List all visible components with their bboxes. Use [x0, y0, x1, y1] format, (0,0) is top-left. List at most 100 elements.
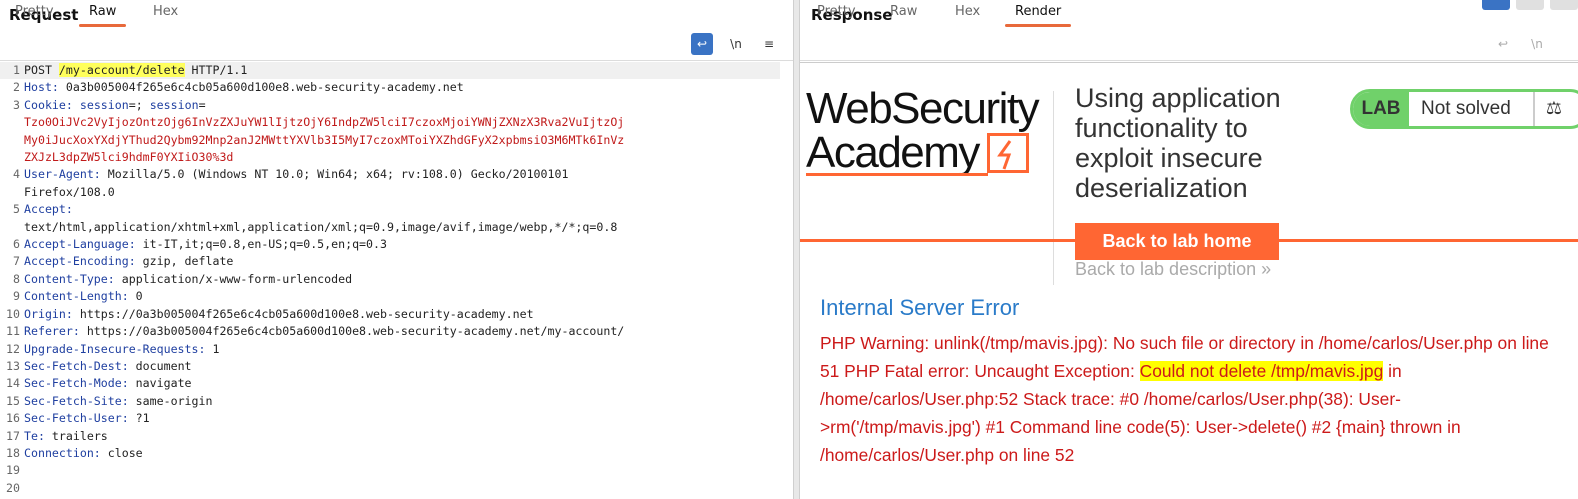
line-text: Content-Type: application/x-www-form-url…	[24, 271, 780, 288]
request-line: 17 Te: trailers	[0, 428, 780, 445]
header-name: Upgrade-Insecure-Requests:	[24, 341, 206, 356]
line-number: 15	[6, 393, 20, 408]
line-text: Sec-Fetch-Site: same-origin	[24, 393, 780, 410]
header-name: Referer:	[24, 324, 80, 339]
lab-status: Not solved	[1421, 98, 1511, 119]
request-editor[interactable]: 1 POST /my-account/delete HTTP/1.1 2 Host: …	[0, 62, 780, 497]
line-number: 4	[13, 167, 20, 182]
request-line: 1 POST /my-account/delete HTTP/1.1	[0, 62, 780, 80]
line-text: Connection: close	[24, 445, 780, 462]
error-message: PHP Warning: unlink(/tmp/mavis.jpg): No …	[820, 333, 1549, 465]
line-number: 10	[6, 306, 20, 321]
line-text: Host: 0a3b005004f265e6c4cb05a600d100e8.w…	[24, 79, 780, 96]
header-name: Origin:	[24, 306, 73, 321]
line-segment: 0	[128, 289, 143, 304]
line-segment: https://0a3b005004f265e6c4cb05a600d100e8…	[72, 306, 534, 321]
line-number: 5	[13, 202, 20, 217]
layout-split-icon[interactable]	[1482, 0, 1510, 10]
line-number: 3	[13, 97, 20, 112]
header-name: Sec-Fetch-Mode:	[24, 376, 129, 391]
line-text: Sec-Fetch-Dest: document	[24, 358, 780, 375]
line-segment: Mozilla/5.0 (Windows NT 10.0; Win64; x64…	[100, 167, 569, 182]
line-number	[0, 219, 24, 236]
line-segment: ?1	[128, 411, 150, 426]
lab-title: Using application functionality to explo…	[1075, 83, 1281, 203]
line-text: Tzo0OiJVc2VyIjozOntzOjg6InVzZXJuYW1lIjtz…	[24, 114, 780, 131]
line-number: 17	[6, 428, 20, 443]
flask-icon: ⚖	[1533, 92, 1573, 126]
line-segment: 1	[205, 341, 220, 356]
response-newlines-button: \n	[1531, 37, 1543, 51]
response-tab-raw[interactable]: Raw	[890, 0, 917, 27]
header-name: Content-Length:	[24, 289, 129, 304]
line-text: Sec-Fetch-Mode: navigate	[24, 375, 780, 392]
request-line: 6 Accept-Language: it-IT,it;q=0.8,en-US;q…	[0, 236, 780, 253]
response-tab-pretty[interactable]: Pretty	[817, 0, 856, 27]
request-line: 19	[0, 462, 780, 479]
header-name: Accept-Encoding:	[24, 254, 136, 269]
line-number: 7	[13, 254, 20, 269]
line-text: POST /my-account/delete HTTP/1.1	[24, 62, 780, 79]
request-line: 12 Upgrade-Insecure-Requests: 1	[0, 341, 780, 358]
web-security-academy-logo: WebSecurity Academy	[806, 87, 1040, 175]
header-name: session	[79, 97, 129, 112]
line-segment: HTTP/1.1	[184, 63, 248, 77]
request-tab-hex[interactable]: Hex	[153, 0, 178, 27]
request-tab-raw[interactable]: Raw	[78, 0, 127, 27]
response-tab-hex[interactable]: Hex	[955, 0, 980, 27]
header-name: Accept:	[24, 202, 73, 217]
layout-tabs-icon[interactable]	[1550, 0, 1578, 10]
lab-label: LAB	[1353, 92, 1409, 126]
line-number: 14	[6, 376, 20, 391]
lightning-icon	[986, 133, 1029, 173]
line-number: 12	[6, 341, 20, 356]
line-number	[0, 114, 24, 131]
request-panel: Request Pretty Raw Hex ↩ \n ≡ 1 POST /my-…	[0, 0, 793, 499]
line-segment: 0a3b005004f265e6c4cb05a600d100e8.web-sec…	[58, 80, 464, 95]
line-segment: /my-account/delete	[58, 63, 185, 77]
header-name: session	[149, 97, 199, 112]
header-name: Host:	[24, 80, 59, 95]
panel-splitter[interactable]	[793, 0, 800, 499]
header-name: Cookie:	[24, 97, 73, 112]
line-segment: it-IT,it;q=0.8,en-US;q=0.5,en;q=0.3	[135, 237, 387, 252]
back-to-lab-home-button[interactable]: Back to lab home	[1075, 223, 1279, 260]
response-tab-render[interactable]: Render	[1004, 0, 1072, 27]
line-text: Accept-Language: it-IT,it;q=0.8,en-US;q=…	[24, 236, 780, 253]
line-segment	[73, 98, 80, 112]
line-number: 18	[6, 445, 20, 460]
header-name: Sec-Fetch-User:	[24, 411, 129, 426]
request-line: 2 Host: 0a3b005004f265e6c4cb05a600d100e8.…	[0, 79, 780, 96]
rendered-page: WebSecurity Academy Using application fu…	[800, 62, 1578, 499]
header-name: Te:	[24, 428, 45, 443]
line-text: text/html,application/xhtml+xml,applicat…	[24, 219, 780, 236]
request-menu-icon[interactable]: ≡	[758, 33, 780, 55]
line-segment: text/html,application/xhtml+xml,applicat…	[24, 219, 618, 234]
header-name: Sec-Fetch-Site:	[24, 393, 129, 408]
error-title: Internal Server Error	[820, 295, 1020, 320]
line-segment: trailers	[44, 428, 108, 443]
back-to-lab-description-link[interactable]: Back to lab description »	[1075, 259, 1271, 280]
show-newlines-button[interactable]: \n	[725, 33, 747, 55]
request-line: Firefox/108.0	[0, 184, 780, 201]
request-line: 11 Referer: https://0a3b005004f265e6c4cb0…	[0, 323, 780, 340]
response-tab-divider	[800, 60, 1578, 61]
request-line: 14 Sec-Fetch-Mode: navigate	[0, 375, 780, 392]
header-name: User-Agent:	[24, 167, 101, 182]
line-text: Content-Length: 0	[24, 288, 780, 305]
layout-stack-icon[interactable]	[1516, 0, 1544, 10]
line-text: User-Agent: Mozilla/5.0 (Windows NT 10.0…	[24, 166, 780, 183]
line-segment: https://0a3b005004f265e6c4cb05a600d100e8…	[79, 324, 625, 339]
line-number: 19	[6, 463, 20, 478]
line-text: Firefox/108.0	[24, 184, 780, 201]
wrap-lines-icon[interactable]: ↩	[691, 33, 713, 55]
line-text: Te: trailers	[24, 428, 780, 445]
line-text: Upgrade-Insecure-Requests: 1	[24, 341, 780, 358]
line-segment: =;	[128, 97, 150, 112]
line-text: Referer: https://0a3b005004f265e6c4cb05a…	[24, 323, 780, 340]
request-tab-pretty[interactable]: Pretty	[15, 0, 54, 27]
request-line: 8 Content-Type: application/x-www-form-ur…	[0, 271, 780, 288]
header-separator	[1053, 91, 1054, 285]
cookie-value: ZXJzL3dpZW5lci9hdmF0YXIiO30%3d	[24, 150, 234, 165]
request-line: 4 User-Agent: Mozilla/5.0 (Windows NT 10.…	[0, 166, 780, 183]
